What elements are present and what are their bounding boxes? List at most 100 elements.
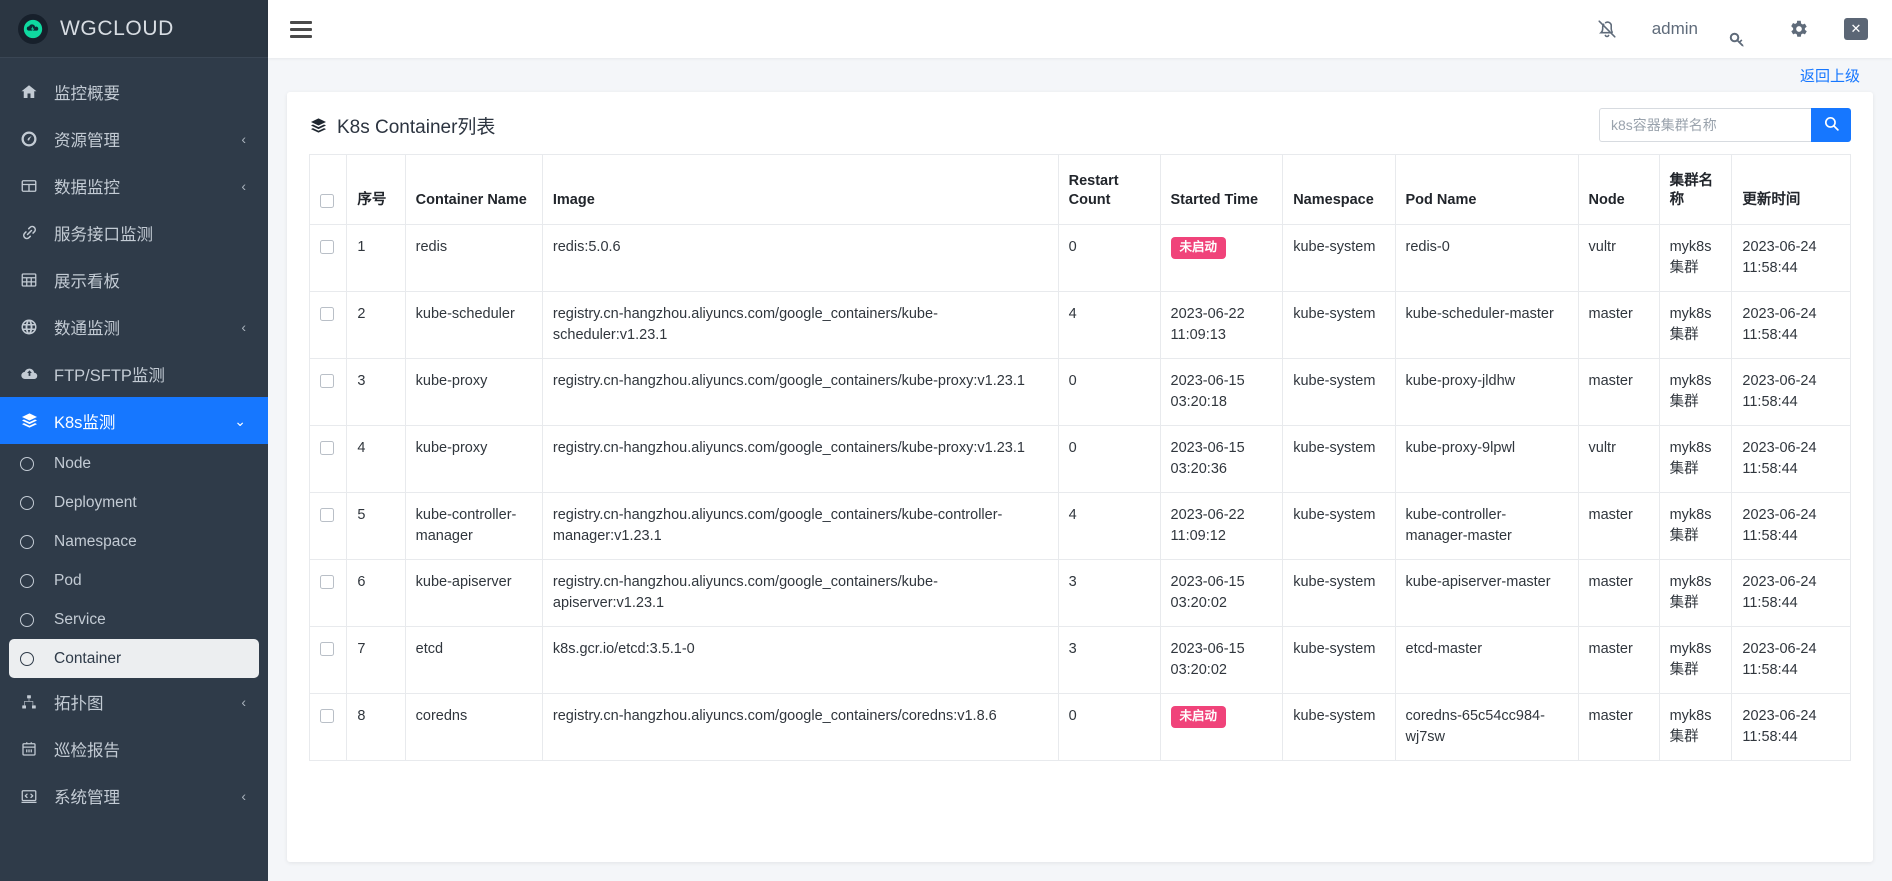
table-row[interactable]: 3 kube-proxy registry.cn-hangzhou.aliyuncs… <box>308 358 1851 427</box>
sidebar-item-deployment[interactable]: Deployment <box>0 483 268 522</box>
sidebar-item-namespace[interactable]: Namespace <box>0 522 268 561</box>
brand[interactable]: WGCLOUD <box>0 0 268 58</box>
cell-image: registry.cn-hangzhou.aliyuncs.com/google… <box>541 425 1059 494</box>
status-badge: 未启动 <box>1170 706 1227 728</box>
sidebar-item-service[interactable]: Service <box>0 600 268 639</box>
cell-node: master <box>1577 559 1660 628</box>
sidebar-item-label: 巡检报告 <box>54 741 120 760</box>
th-container-name[interactable]: Container Name <box>404 154 543 225</box>
circle-icon <box>20 612 46 627</box>
sidebar-item-node[interactable]: Node <box>0 444 268 483</box>
cell-image: redis:5.0.6 <box>541 223 1059 293</box>
sidebar-item-label: Deployment <box>54 493 137 511</box>
hamburger-icon[interactable] <box>290 20 312 38</box>
sidebar-item-topology[interactable]: 拓扑图 ‹ <box>0 678 268 725</box>
cell-namespace: kube-system <box>1282 425 1396 494</box>
cell-container-name: kube-proxy <box>404 425 543 494</box>
row-checkbox[interactable] <box>320 441 334 456</box>
sidebar-item-service-api-monitor[interactable]: 服务接口监测 <box>0 209 268 256</box>
table-row[interactable]: 7 etcd k8s.gcr.io/etcd:3.5.1-0 3 2023-06-15 … <box>308 626 1851 695</box>
sidebar-nav: 监控概要 资源管理 ‹ 数据监控 ‹ 服务接口监测 展示看板 数通监测 ‹ FT… <box>0 58 268 819</box>
row-checkbox-cell <box>308 492 348 561</box>
search-input[interactable] <box>1599 108 1811 142</box>
app-root: WGCLOUD 监控概要 资源管理 ‹ 数据监控 ‹ 服务接口监测 展示看板 数… <box>0 0 1892 881</box>
sidebar-item-pod[interactable]: Pod <box>0 561 268 600</box>
sidebar-item-label: Container <box>54 649 122 667</box>
row-checkbox[interactable] <box>320 642 334 657</box>
cell-container-name: kube-proxy <box>404 358 543 427</box>
container-list-card: K8s Container列表 k8s容器集群名称 序号 Container N… <box>287 92 1873 862</box>
sidebar-item-monitor-overview[interactable]: 监控概要 <box>0 68 268 115</box>
cell-started-time: 未启动 <box>1159 223 1284 293</box>
row-checkbox[interactable] <box>320 307 334 322</box>
row-checkbox-cell <box>308 693 348 762</box>
sidebar-item-inspection-report[interactable]: 巡检报告 <box>0 725 268 772</box>
sidebar-item-k8s-monitor[interactable]: K8s监测 ⌄ <box>0 397 268 444</box>
th-node[interactable]: Node <box>1577 154 1660 225</box>
back-to-parent-link[interactable]: 返回上级 <box>1800 65 1860 86</box>
sidebar-item-display-board[interactable]: 展示看板 <box>0 256 268 303</box>
table-row[interactable]: 8 coredns registry.cn-hangzhou.aliyuncs.co… <box>308 693 1851 762</box>
cell-cluster-name: myk8s集群 <box>1658 425 1733 494</box>
sidebar-item-label: 监控概要 <box>54 84 120 103</box>
cell-started-time: 2023-06-15 03:20:02 <box>1159 626 1284 695</box>
sidebar-item-container[interactable]: Container <box>9 639 259 678</box>
cell-node: master <box>1577 693 1660 762</box>
page-title-text: K8s Container列表 <box>337 116 496 138</box>
table-row[interactable]: 4 kube-proxy registry.cn-hangzhou.aliyuncs… <box>308 425 1851 494</box>
th-started-time[interactable]: Started Time <box>1159 154 1284 225</box>
table-container: 序号 Container Name Image Restart Count St… <box>287 154 1873 762</box>
sidebar-item-resource-management[interactable]: 资源管理 ‹ <box>0 115 268 162</box>
th-pod-name[interactable]: Pod Name <box>1394 154 1579 225</box>
cell-index: 8 <box>346 693 406 762</box>
layers-icon <box>309 116 328 135</box>
row-checkbox[interactable] <box>320 575 334 590</box>
cell-pod-name: kube-controller-manager-master <box>1394 492 1579 561</box>
row-checkbox[interactable] <box>320 374 334 389</box>
chevron-left-icon: ‹ <box>241 787 246 804</box>
sidebar-item-label: 展示看板 <box>54 272 120 291</box>
table-row[interactable]: 2 kube-scheduler registry.cn-hangzhou.aliy… <box>308 291 1851 360</box>
th-restart-count[interactable]: Restart Count <box>1057 154 1161 225</box>
logout-close-icon[interactable]: ✕ <box>1844 18 1868 40</box>
row-checkbox[interactable] <box>320 709 334 724</box>
chevron-left-icon: ‹ <box>241 318 246 335</box>
page-title: K8s Container列表 <box>309 112 495 139</box>
row-checkbox[interactable] <box>320 508 334 523</box>
search-button[interactable] <box>1811 108 1851 142</box>
row-checkbox-cell <box>308 425 348 494</box>
table-row[interactable]: 6 kube-apiserver registry.cn-hangzhou.aliy… <box>308 559 1851 628</box>
cell-pod-name: etcd-master <box>1394 626 1579 695</box>
table-row[interactable]: 1 redis redis:5.0.6 0 未启动 kube-system redis-0 v… <box>308 223 1851 293</box>
cell-image: registry.cn-hangzhou.aliyuncs.com/google… <box>541 693 1059 762</box>
select-all-checkbox[interactable] <box>320 193 334 208</box>
grid-table-icon <box>20 177 46 195</box>
th-image[interactable]: Image <box>541 154 1059 225</box>
key-icon[interactable] <box>1729 18 1754 47</box>
sidebar-item-system-management[interactable]: 系统管理 ‹ <box>0 772 268 819</box>
cell-pod-name: kube-scheduler-master <box>1394 291 1579 360</box>
th-namespace[interactable]: Namespace <box>1282 154 1396 225</box>
th-index[interactable]: 序号 <box>346 154 406 225</box>
cell-node: master <box>1577 626 1660 695</box>
card-header: K8s Container列表 <box>287 92 1873 154</box>
gear-icon[interactable] <box>1788 18 1810 40</box>
sidebar-item-network-monitor[interactable]: 数通监测 ‹ <box>0 303 268 350</box>
table-row[interactable]: 5 kube-controller-manager registry.cn-hang… <box>308 492 1851 561</box>
row-checkbox[interactable] <box>320 240 334 255</box>
cell-started-time: 2023-06-15 03:20:18 <box>1159 358 1284 427</box>
bell-slash-icon[interactable] <box>1596 18 1618 40</box>
backlink-row: 返回上级 <box>284 58 1876 92</box>
cell-container-name: coredns <box>404 693 543 762</box>
sidebar-item-ftp-sftp-monitor[interactable]: FTP/SFTP监测 <box>0 350 268 397</box>
th-cluster-name[interactable]: 集群名称 <box>1658 154 1733 225</box>
sidebar-item-data-monitor[interactable]: 数据监控 ‹ <box>0 162 268 209</box>
user-name[interactable]: admin <box>1652 19 1698 39</box>
cell-index: 7 <box>346 626 406 695</box>
cell-started-time: 2023-06-15 03:20:02 <box>1159 559 1284 628</box>
th-updated-time[interactable]: 更新时间 <box>1731 154 1851 225</box>
cell-image: registry.cn-hangzhou.aliyuncs.com/google… <box>541 559 1059 628</box>
cell-namespace: kube-system <box>1282 626 1396 695</box>
cell-updated-time: 2023-06-24 11:58:44 <box>1731 626 1851 695</box>
system-code-icon <box>20 787 46 805</box>
